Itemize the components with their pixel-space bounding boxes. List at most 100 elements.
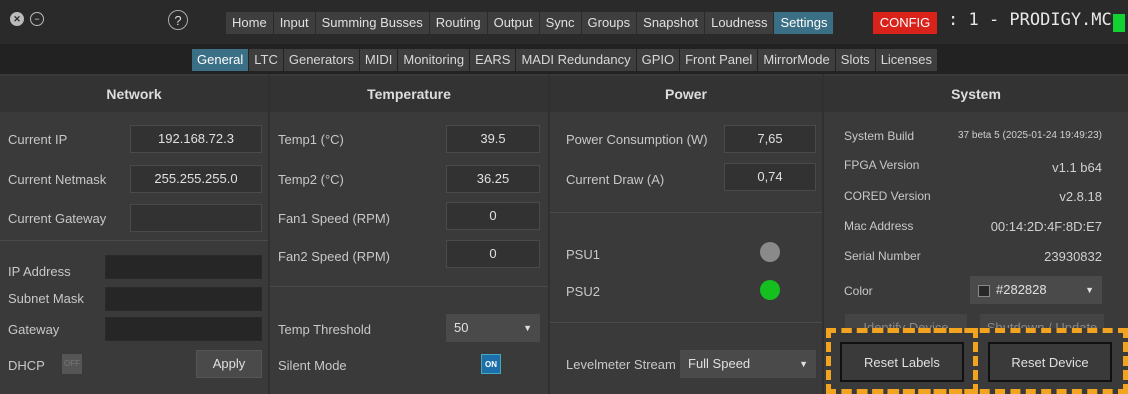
tab-madi-redundancy[interactable]: MADI Redundancy — [516, 49, 637, 71]
power-panel — [550, 74, 822, 394]
power-divider-2 — [550, 322, 822, 323]
psu2-status-led — [760, 280, 780, 300]
reset-labels-button[interactable]: Reset Labels — [840, 342, 964, 382]
temperature-divider — [270, 286, 548, 287]
color-label: Color — [844, 284, 873, 298]
tab-mirrormode[interactable]: MirrorMode — [758, 49, 836, 71]
close-window-icon[interactable]: ✕ — [10, 12, 24, 26]
fan2-value: 0 — [446, 240, 540, 268]
menu-routing[interactable]: Routing — [429, 12, 488, 34]
menu-input[interactable]: Input — [273, 12, 316, 34]
ip-address-input[interactable] — [105, 255, 262, 279]
fan2-label: Fan2 Speed (RPM) — [278, 249, 390, 264]
tab-monitoring[interactable]: Monitoring — [398, 49, 471, 71]
menu-output[interactable]: Output — [487, 12, 540, 34]
levelmeter-value: Full Speed — [688, 356, 751, 371]
temp2-value: 36.25 — [446, 165, 540, 193]
menu-settings[interactable]: Settings — [774, 12, 835, 34]
temp-threshold-label: Temp Threshold — [278, 322, 371, 337]
gateway-input[interactable] — [105, 317, 262, 341]
subnet-mask-label: Subnet Mask — [8, 291, 84, 306]
chevron-down-icon: ▼ — [523, 323, 532, 333]
color-swatch — [978, 284, 990, 297]
tab-licenses[interactable]: Licenses — [875, 49, 938, 71]
silent-mode-label: Silent Mode — [278, 358, 347, 373]
menu-summing-busses[interactable]: Summing Busses — [315, 12, 430, 34]
current-gateway-value — [130, 204, 262, 232]
color-value: #282828 — [996, 282, 1047, 297]
network-divider — [0, 240, 268, 241]
current-netmask-label: Current Netmask — [8, 172, 107, 187]
chevron-down-icon: ▼ — [799, 359, 808, 369]
power-divider-1 — [550, 212, 822, 213]
tab-ltc[interactable]: LTC — [249, 49, 284, 71]
tab-gpio[interactable]: GPIO — [636, 49, 681, 71]
temp2-label: Temp2 (°C) — [278, 172, 344, 187]
menu-snapshot[interactable]: Snapshot — [637, 12, 706, 34]
tab-general[interactable]: General — [192, 49, 250, 71]
cored-version-label: CORED Version — [844, 189, 931, 203]
current-ip-label: Current IP — [8, 132, 68, 147]
psu1-status-led — [760, 242, 780, 262]
ip-address-label: IP Address — [8, 264, 71, 279]
temperature-title: Temperature — [270, 76, 548, 112]
device-title: : 1 - PRODIGY.MC — [948, 10, 1112, 30]
tab-generators[interactable]: Generators — [283, 49, 360, 71]
psu2-label: PSU2 — [566, 284, 600, 299]
fan1-label: Fan1 Speed (RPM) — [278, 211, 390, 226]
config-badge[interactable]: CONFIG — [873, 12, 937, 34]
system-build-label: System Build — [844, 129, 915, 143]
network-title: Network — [0, 76, 268, 112]
color-select[interactable]: #282828 ▼ — [970, 276, 1102, 304]
reset-device-button[interactable]: Reset Device — [988, 342, 1112, 382]
network-panel — [0, 74, 268, 394]
temp-threshold-select[interactable]: 50 ▼ — [446, 314, 540, 342]
main-menu: Home Input Summing Busses Routing Output… — [226, 12, 835, 34]
tab-front-panel[interactable]: Front Panel — [680, 49, 759, 71]
identify-device-button[interactable]: Identify Device — [845, 314, 967, 328]
psu1-label: PSU1 — [566, 247, 600, 262]
dhcp-toggle[interactable]: OFF — [62, 354, 82, 374]
menu-groups[interactable]: Groups — [581, 12, 638, 34]
current-draw-value: 0,74 — [724, 163, 816, 191]
serial-number-label: Serial Number — [844, 249, 921, 263]
status-indicator — [1113, 14, 1125, 32]
tab-midi[interactable]: MIDI — [359, 49, 399, 71]
shutdown-update-button[interactable]: Shutdown / Update — [980, 314, 1104, 328]
mac-address-label: Mac Address — [844, 219, 914, 233]
current-ip-value: 192.168.72.3 — [130, 125, 262, 153]
system-build-value: 37 beta 5 (2025-01-24 19:49:23) — [958, 130, 1102, 141]
gateway-label: Gateway — [8, 322, 60, 337]
chevron-down-icon: ▼ — [1085, 285, 1094, 295]
current-draw-label: Current Draw (A) — [566, 172, 665, 187]
current-netmask-value: 255.255.255.0 — [130, 165, 262, 193]
fpga-version-value: v1.1 b64 — [1052, 160, 1102, 175]
minimize-window-icon[interactable]: − — [30, 12, 44, 26]
system-title: System — [824, 76, 1128, 112]
temp1-value: 39.5 — [446, 125, 540, 153]
power-consumption-label: Power Consumption (W) — [566, 132, 708, 147]
subnet-mask-input[interactable] — [105, 287, 262, 311]
tab-slots[interactable]: Slots — [835, 49, 876, 71]
temp1-label: Temp1 (°C) — [278, 132, 344, 147]
menu-home[interactable]: Home — [226, 12, 274, 34]
current-gateway-label: Current Gateway — [8, 211, 107, 226]
menu-loudness[interactable]: Loudness — [705, 12, 775, 34]
silent-mode-toggle[interactable]: ON — [481, 354, 501, 374]
mac-address-value: 00:14:2D:4F:8D:E7 — [990, 219, 1102, 234]
temp-threshold-value: 50 — [454, 320, 469, 335]
apply-button[interactable]: Apply — [196, 350, 262, 378]
cored-version-value: v2.8.18 — [1059, 189, 1102, 204]
fan1-value: 0 — [446, 202, 540, 230]
serial-number-value: 23930832 — [1044, 249, 1102, 264]
help-button[interactable]: ? — [168, 10, 188, 30]
tab-ears[interactable]: EARS — [470, 49, 517, 71]
temperature-panel — [270, 74, 548, 394]
menu-sync[interactable]: Sync — [539, 12, 582, 34]
power-title: Power — [550, 76, 822, 112]
fpga-version-label: FPGA Version — [844, 158, 920, 172]
settings-tabs: General LTC Generators MIDI Monitoring E… — [192, 49, 938, 71]
power-consumption-value: 7,65 — [724, 125, 816, 153]
levelmeter-select[interactable]: Full Speed ▼ — [680, 350, 816, 378]
dhcp-label: DHCP — [8, 358, 45, 373]
